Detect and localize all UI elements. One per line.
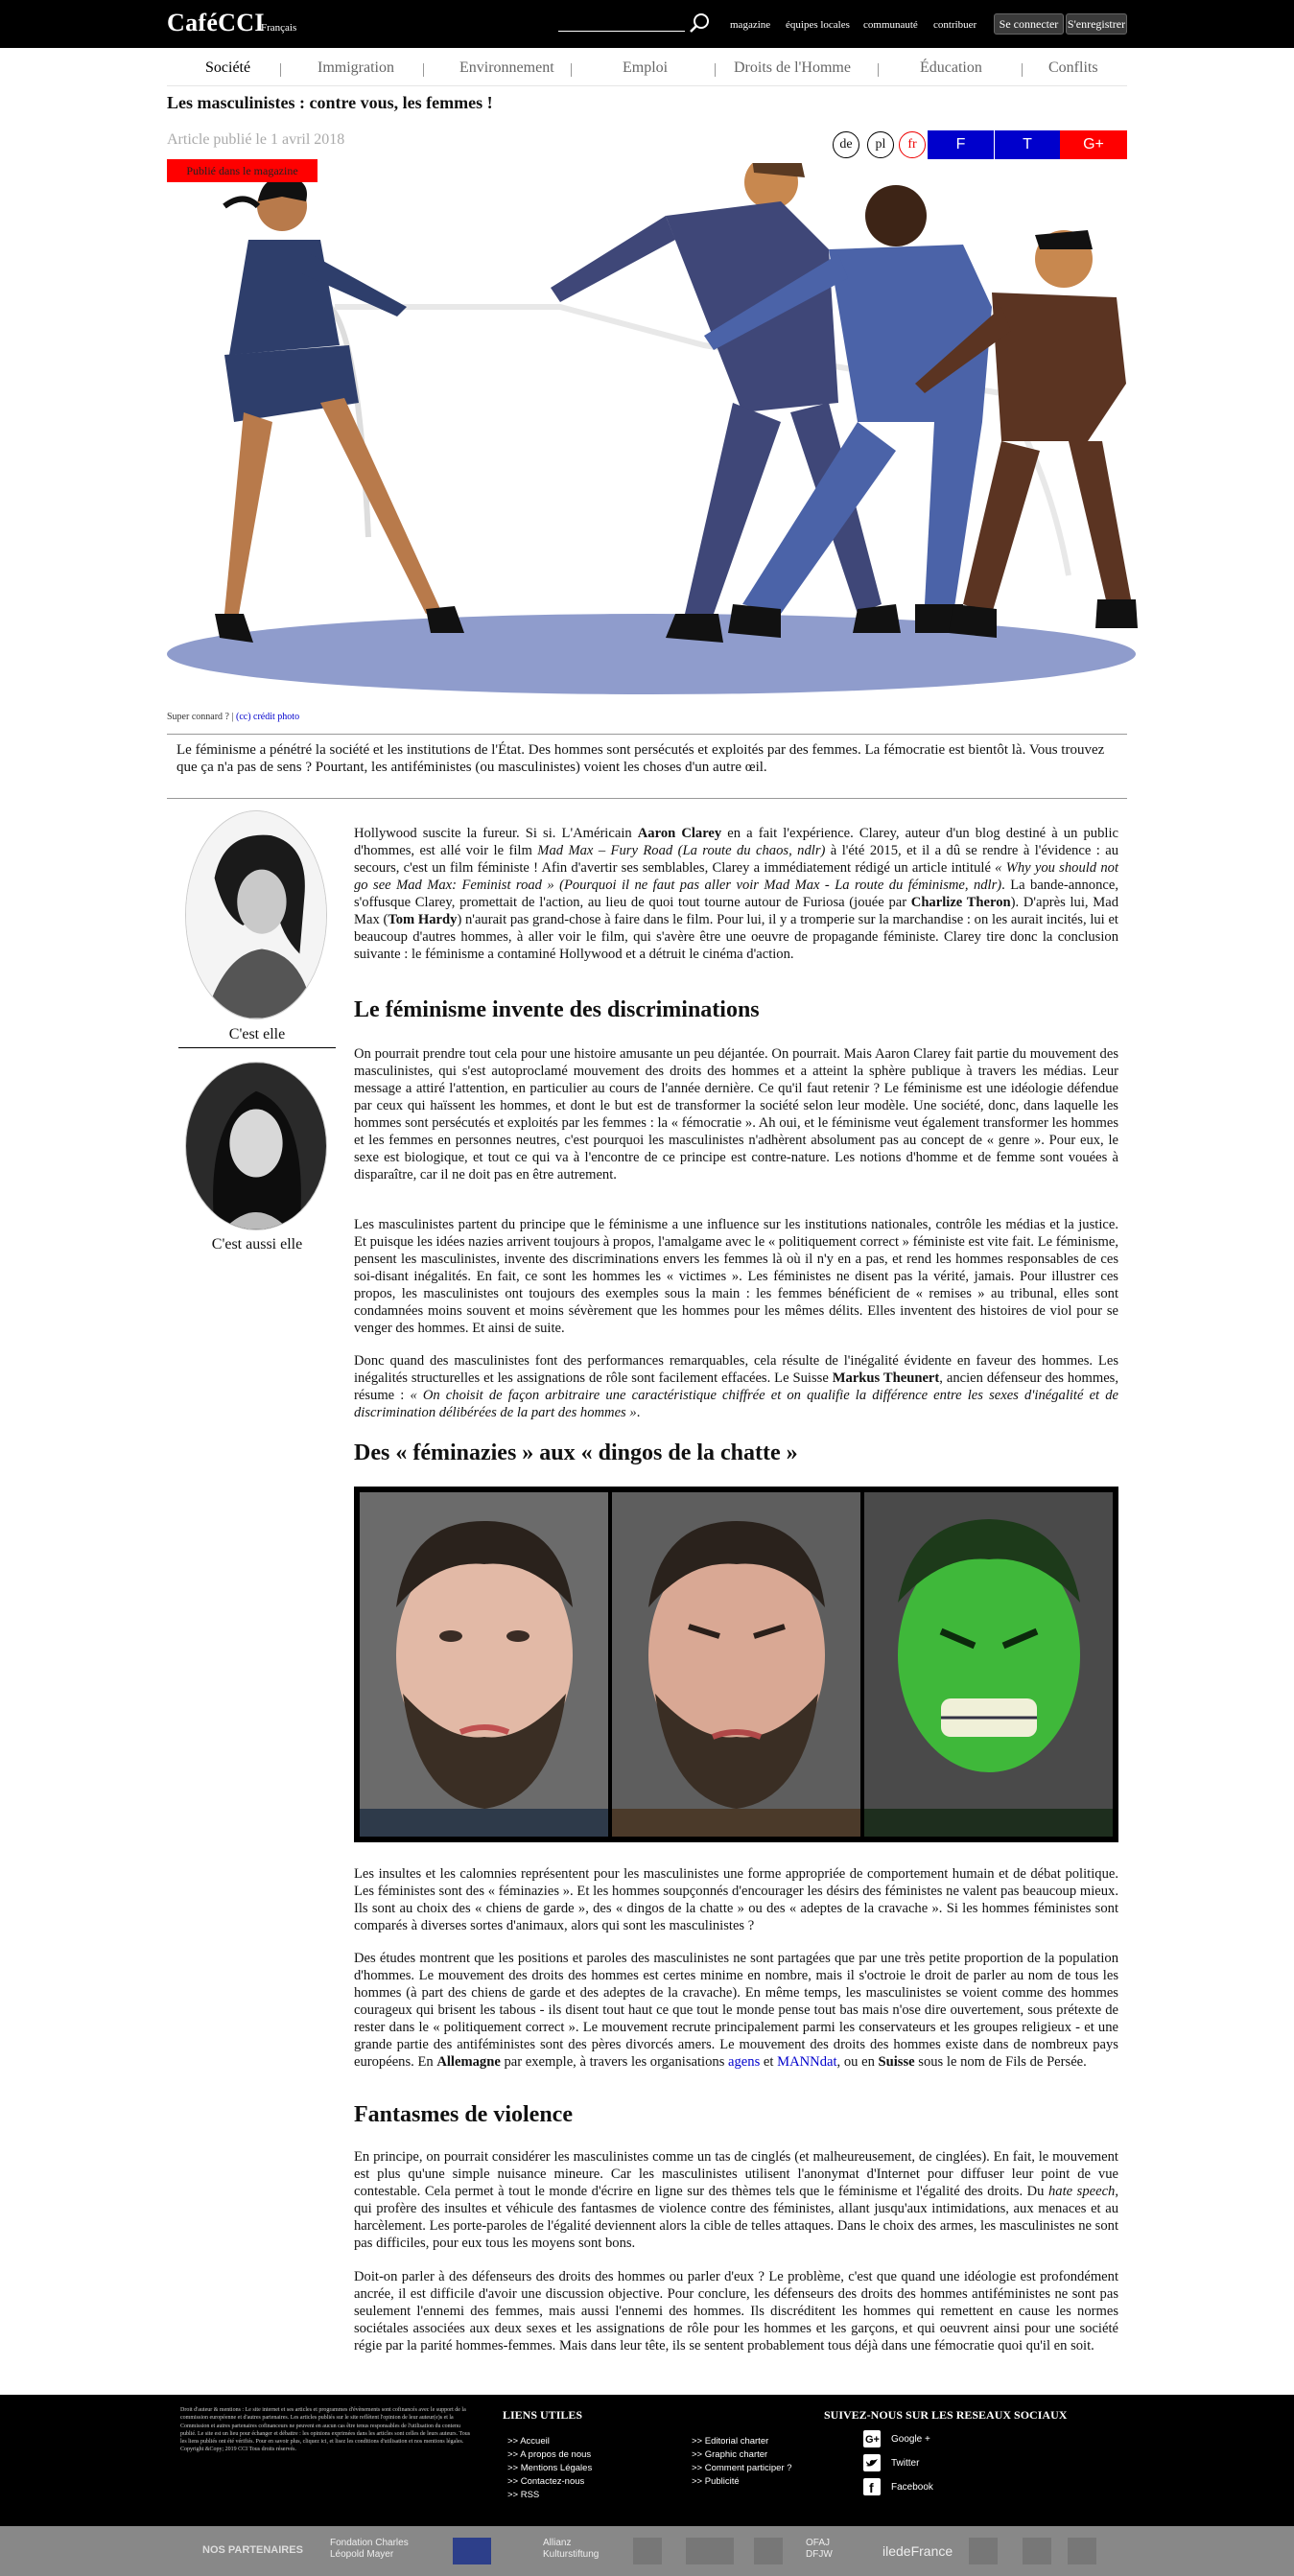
nav-separator <box>280 63 281 77</box>
twitter-icon[interactable] <box>863 2454 881 2471</box>
topnav-community[interactable]: communauté <box>863 19 918 31</box>
faces-image <box>354 1487 1118 1842</box>
topnav-magazine[interactable]: magazine <box>730 19 770 31</box>
partner-logo[interactable]: Allianz Kulturstiftung <box>543 2538 620 2564</box>
author-photo-1 <box>185 810 327 1019</box>
eu-flag-logo[interactable] <box>453 2538 491 2564</box>
footer-link-legal[interactable]: >> Mentions Légales <box>507 2463 592 2473</box>
hero-illustration <box>167 163 1138 694</box>
footer-link-advertising[interactable]: >> Publicité <box>692 2476 740 2487</box>
nav-separator <box>423 63 424 77</box>
nav-separator <box>715 63 716 77</box>
svg-text:f: f <box>869 2480 874 2495</box>
article-title: Les masculinistes : contre vous, les fem… <box>167 93 493 112</box>
top-bar: CaféCCI Français magazine équipes locale… <box>0 0 1294 48</box>
social-heading: SUIVEZ-NOUS SUR LES RESEAUX SOCIAUX <box>824 2408 1068 2422</box>
footer-link-home[interactable]: >> Accueil <box>507 2436 550 2447</box>
body-paragraph: En principe, on pourrait considérer les … <box>354 2149 1118 2251</box>
nav-society[interactable]: Société <box>205 59 250 77</box>
partner-logo-emblem[interactable] <box>633 2538 662 2564</box>
body-paragraph: Les insultes et les calomnies représente… <box>354 1866 1118 1933</box>
nav-separator <box>1022 63 1023 77</box>
search-icon[interactable] <box>689 12 712 35</box>
partner-logo-emblem[interactable] <box>1068 2538 1096 2564</box>
divider <box>167 798 1127 799</box>
partners-label: NOS PARTENAIRES <box>202 2544 303 2556</box>
svg-text:G+: G+ <box>865 2434 880 2446</box>
topnav-local-teams[interactable]: équipes locales <box>786 19 850 31</box>
partner-logo[interactable]: OFAJ DFJW <box>806 2538 844 2564</box>
sidebar-divider <box>178 1047 336 1048</box>
nav-conflicts[interactable]: Conflits <box>1048 59 1098 77</box>
photo-credit: Super connard ? | (cc) crédit photo <box>167 712 299 722</box>
body-paragraph: Des études montrent que les positions et… <box>354 1951 1118 2070</box>
face-photo-1 <box>360 1492 608 1837</box>
site-logo[interactable]: CaféCCI <box>167 9 265 37</box>
author-photo-2 <box>185 1062 327 1230</box>
language-label: Français <box>261 22 297 34</box>
section-heading-1: Le féminisme invente des discriminations <box>354 997 760 1022</box>
lang-fr-button[interactable]: fr <box>899 131 926 158</box>
nav-education[interactable]: Éducation <box>920 59 982 77</box>
publication-date: Article publié le 1 avril 2018 <box>167 131 345 148</box>
social-facebook-label[interactable]: Facebook <box>891 2482 933 2493</box>
search-input[interactable] <box>558 31 685 32</box>
face-photo-3 <box>864 1492 1113 1837</box>
footer-legal-text: Droit d'auteur & mentions : Le site inte… <box>180 2407 471 2453</box>
body-paragraph: Les masculinistes partent du principe qu… <box>354 1217 1118 1336</box>
face-photo-2 <box>612 1492 860 1837</box>
partner-logo-emblem[interactable] <box>969 2538 998 2564</box>
footer-link-graphic[interactable]: >> Graphic charter <box>692 2449 767 2460</box>
share-facebook-button[interactable]: F <box>928 130 994 159</box>
partner-logo[interactable]: Fondation Charles Léopold Mayer <box>330 2538 435 2564</box>
nav-human-rights[interactable]: Droits de l'Homme <box>734 59 851 77</box>
partner-logo-emblem[interactable] <box>1023 2538 1051 2564</box>
section-heading-3: Fantasmes de violence <box>354 2102 573 2127</box>
man-figure-1 <box>551 163 901 643</box>
divider <box>167 734 1127 735</box>
partner-logo-emblem[interactable] <box>686 2538 734 2564</box>
body-paragraph: Donc quand des masculinistes font des pe… <box>354 1353 1118 1420</box>
section-heading-2: Des « féminazies » aux « dingos de la ch… <box>354 1440 798 1465</box>
social-twitter-label[interactable]: Twitter <box>891 2458 919 2469</box>
footer-link-about[interactable]: >> A propos de nous <box>507 2449 591 2460</box>
nav-separator <box>571 63 572 77</box>
nav-environment[interactable]: Environnement <box>459 59 554 77</box>
partner-logo-emblem[interactable] <box>754 2538 783 2564</box>
lang-de-button[interactable]: de <box>833 131 859 158</box>
footer-link-rss[interactable]: >> RSS <box>507 2490 539 2500</box>
article-lead: Le féminisme a pénétré la société et les… <box>176 742 1105 775</box>
footer-link-participate[interactable]: >> Comment participer ? <box>692 2463 792 2473</box>
register-button[interactable]: S'enregistrer <box>1066 13 1127 35</box>
agens-link[interactable]: agens <box>728 2054 760 2070</box>
nav-immigration[interactable]: Immigration <box>318 59 394 77</box>
author-caption-2: C'est aussi elle <box>211 1236 303 1253</box>
author-caption-1: C'est elle <box>228 1026 286 1042</box>
partner-logo[interactable]: iledeFrance <box>882 2538 953 2564</box>
facebook-icon[interactable]: f <box>863 2478 881 2495</box>
photo-credit-link[interactable]: (cc) crédit photo <box>236 712 299 722</box>
nav-separator <box>878 63 879 77</box>
share-googleplus-button[interactable]: G+ <box>1060 130 1127 159</box>
manndat-link[interactable]: MANNdat <box>777 2054 836 2070</box>
footer-link-contact[interactable]: >> Contactez-nous <box>507 2476 584 2487</box>
partners-bar: NOS PARTENAIRES Fondation Charles Léopol… <box>0 2526 1294 2576</box>
body-paragraph: Doit-on parler à des défenseurs des droi… <box>354 2269 1118 2354</box>
useful-links-heading: LIENS UTILES <box>503 2408 583 2422</box>
social-google-label[interactable]: Google + <box>891 2434 930 2445</box>
woman-figure <box>215 176 464 643</box>
category-nav: Société Immigration Environnement Emploi… <box>167 48 1127 86</box>
photo-caption: Super connard ? | <box>167 712 236 722</box>
lang-pl-button[interactable]: pl <box>867 131 894 158</box>
nav-employment[interactable]: Emploi <box>623 59 668 77</box>
magazine-button[interactable]: Publié dans le magazine <box>167 159 318 182</box>
share-twitter-button[interactable]: T <box>994 130 1060 159</box>
body-paragraph: Hollywood suscite la fureur. Si si. L'Am… <box>354 826 1119 962</box>
google-plus-icon[interactable]: G+ <box>863 2430 881 2447</box>
topnav-contribute[interactable]: contribuer <box>933 19 976 31</box>
login-button[interactable]: Se connecter <box>994 13 1064 35</box>
footer: Droit d'auteur & mentions : Le site inte… <box>0 2395 1294 2526</box>
footer-link-editorial[interactable]: >> Editorial charter <box>692 2436 768 2447</box>
body-paragraph: On pourrait prendre tout cela pour une h… <box>354 1046 1118 1183</box>
